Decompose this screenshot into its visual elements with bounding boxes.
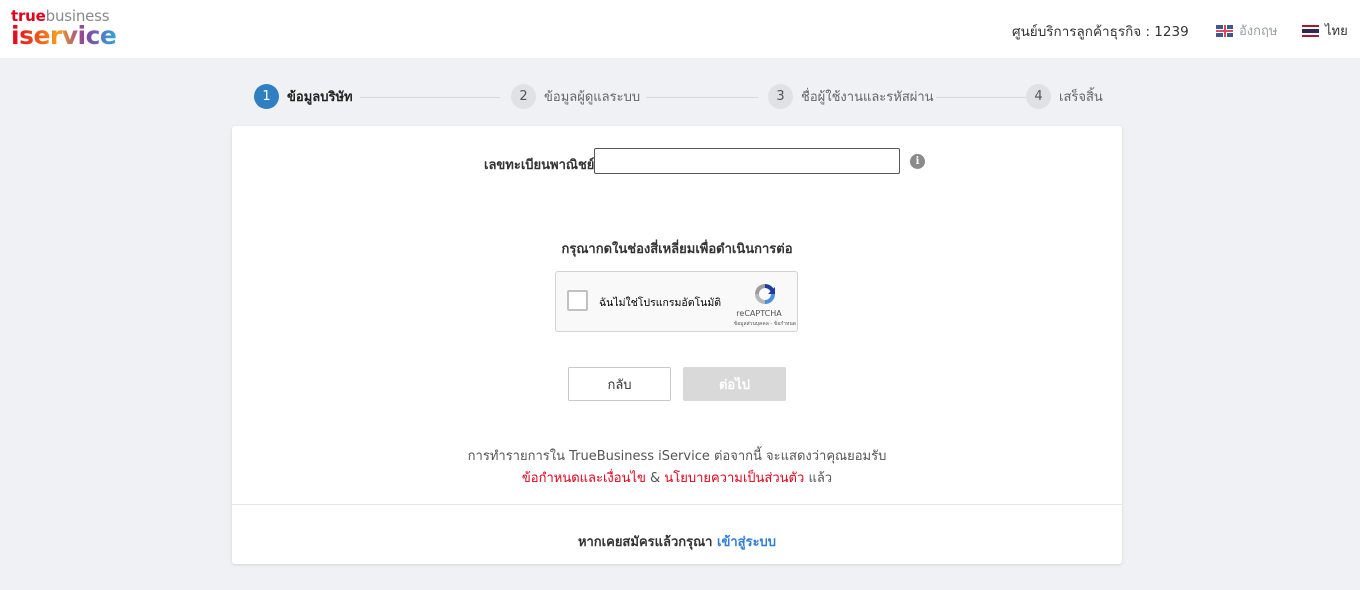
step-connector-2 xyxy=(646,97,758,98)
language-english[interactable]: อังกฤษ xyxy=(1216,20,1277,41)
terms-notice: การทำรายการใน TrueBusiness iService ต่อจ… xyxy=(467,449,887,464)
uk-flag-icon xyxy=(1216,24,1233,37)
recaptcha-widget: ฉันไม่ใช่โปรแกรมอัตโนมัติ reCAPTCHA ข้อม… xyxy=(555,271,798,332)
step-label: ชื่อผู้ใช้งานและรหัสผ่าน xyxy=(801,90,934,105)
customer-service-hotline: ศูนย์บริการลูกค้าธุรกิจ : 1239 xyxy=(1012,24,1189,40)
step-connector-1 xyxy=(360,97,500,98)
step-number: 1 xyxy=(254,84,279,109)
privacy-policy-link[interactable]: นโยบายความเป็นส่วนตัว xyxy=(664,471,804,486)
step-credentials: 3 ชื่อผู้ใช้งานและรหัสผ่าน xyxy=(768,84,934,109)
top-header: truebusiness iservice ศูนย์บริการลูกค้าธ… xyxy=(0,0,1360,58)
step-number: 3 xyxy=(768,84,793,109)
step-admin-info: 2 ข้อมูลผู้ดูแลระบบ xyxy=(511,84,640,109)
recaptcha-privacy-terms[interactable]: ข้อมูลส่วนบุคคล - ข้อกำหนด xyxy=(706,320,796,328)
recaptcha-checkbox[interactable] xyxy=(567,290,588,311)
registration-stepper: 1 ข้อมูลบริษัท 2 ข้อมูลผู้ดูแลระบบ 3 ชื่… xyxy=(254,84,1103,110)
terms-ampersand: & xyxy=(650,471,661,486)
back-button[interactable]: กลับ xyxy=(568,367,671,401)
step-label: ข้อมูลบริษัท xyxy=(287,90,353,105)
recaptcha-logo-icon xyxy=(755,284,775,304)
login-prompt-text: หากเคยสมัครแล้วกรุณา xyxy=(577,535,713,550)
login-link[interactable]: เข้าสู่ระบบ xyxy=(717,535,776,550)
recaptcha-brand: reCAPTCHA xyxy=(736,309,782,318)
language-english-label: อังกฤษ xyxy=(1239,24,1278,39)
registration-number-label: เลขทะเบียนพาณิชย์ xyxy=(484,158,595,173)
language-thai[interactable]: ไทย xyxy=(1302,20,1348,41)
step-complete: 4 เสร็จสิ้น xyxy=(1026,84,1103,109)
step-number: 2 xyxy=(511,84,536,109)
terms-links-line: ข้อกำหนดและเงื่อนไข & นโยบายความเป็นส่วน… xyxy=(232,467,1122,488)
login-prompt: หากเคยสมัครแล้วกรุณา เข้าสู่ระบบ xyxy=(232,531,1122,552)
registration-number-input[interactable] xyxy=(594,148,900,174)
step-connector-3 xyxy=(936,97,1026,98)
step-company-info: 1 ข้อมูลบริษัท xyxy=(254,84,353,109)
info-icon[interactable]: i xyxy=(910,154,925,169)
logo-iservice-text: iservice xyxy=(11,21,117,50)
registration-card: เลขทะเบียนพาณิชย์ i กรุณากดในช่องสี่เหลี… xyxy=(232,126,1122,564)
true-business-iservice-logo[interactable]: truebusiness iservice xyxy=(11,9,117,50)
card-divider xyxy=(232,504,1122,505)
thai-flag-icon xyxy=(1302,24,1319,37)
step-label: ข้อมูลผู้ดูแลระบบ xyxy=(544,90,641,105)
captcha-instruction: กรุณากดในช่องสี่เหลี่ยมเพื่อดำเนินการต่อ xyxy=(561,242,793,257)
next-button[interactable]: ต่อไป xyxy=(683,367,786,401)
terms-and-conditions-link[interactable]: ข้อกำหนดและเงื่อนไข xyxy=(522,471,646,486)
step-label: เสร็จสิ้น xyxy=(1059,90,1103,105)
terms-suffix: แล้ว xyxy=(808,471,833,486)
language-thai-label: ไทย xyxy=(1325,24,1348,39)
step-number: 4 xyxy=(1026,84,1051,109)
recaptcha-label: ฉันไม่ใช่โปรแกรมอัตโนมัติ xyxy=(599,297,722,309)
